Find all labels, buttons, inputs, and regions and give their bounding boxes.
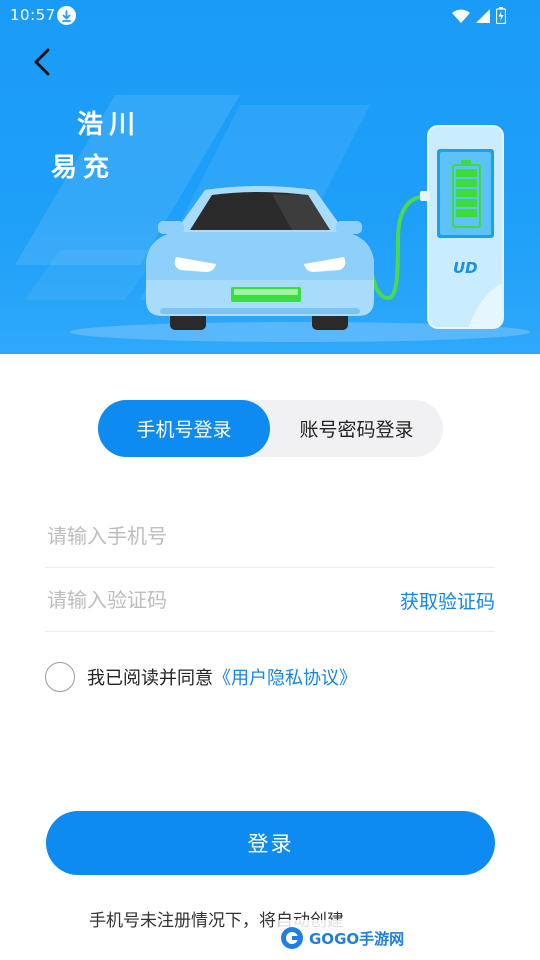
brand-name-line2: 易充	[51, 153, 116, 183]
watermark-logo-icon	[281, 927, 303, 949]
tab-phone-login[interactable]: 手机号登录	[98, 400, 270, 457]
download-icon	[57, 6, 76, 25]
agreement-row: 我已阅读并同意 《用户隐私协议》	[45, 661, 357, 693]
wifi-icon	[452, 9, 470, 27]
hero-banner: UD 10:57 浩川 易充	[0, 0, 540, 354]
car-illustration	[146, 186, 374, 330]
status-icons	[452, 7, 507, 28]
svg-text:UD: UD	[453, 259, 478, 277]
phone-field-row	[45, 504, 495, 568]
battery-icon	[495, 7, 507, 28]
chevron-left-icon	[34, 48, 50, 76]
signal-icon	[476, 8, 490, 27]
privacy-policy-link[interactable]: 《用户隐私协议》	[213, 664, 357, 690]
watermark: GOGO手游网	[279, 920, 405, 956]
status-time: 10:57	[10, 6, 56, 24]
get-code-button[interactable]: 获取验证码	[400, 587, 495, 614]
status-bar: 10:57	[0, 0, 540, 32]
tab-password-login[interactable]: 账号密码登录	[270, 400, 443, 457]
agreement-checkbox[interactable]	[45, 662, 75, 692]
charging-station: UD	[427, 125, 504, 329]
verification-code-input[interactable]	[47, 568, 377, 631]
code-field-row: 获取验证码	[45, 568, 495, 632]
watermark-text: GOGO手游网	[309, 929, 405, 948]
brand-name-line1: 浩川	[77, 110, 142, 140]
back-button[interactable]	[22, 42, 62, 82]
login-button[interactable]: 登录	[46, 811, 495, 875]
phone-input[interactable]	[47, 504, 377, 567]
agreement-text: 我已阅读并同意	[87, 668, 213, 689]
login-mode-tabs: 手机号登录 账号密码登录	[98, 400, 443, 457]
